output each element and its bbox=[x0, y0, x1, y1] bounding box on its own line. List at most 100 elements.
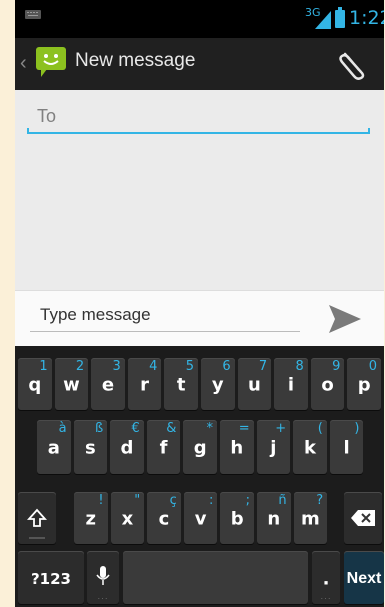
space-key[interactable] bbox=[123, 551, 308, 604]
compose-field bbox=[30, 301, 300, 332]
key-hint: & bbox=[166, 421, 177, 436]
key-g[interactable]: * g bbox=[183, 420, 217, 474]
key-q[interactable]: 1q bbox=[18, 358, 52, 410]
key-hint: 4 bbox=[149, 359, 158, 374]
key-label: f bbox=[159, 437, 168, 459]
key-hint: 5 bbox=[185, 359, 194, 374]
microphone-icon bbox=[96, 566, 110, 585]
symbols-key[interactable]: ?123 bbox=[18, 551, 84, 604]
key-hint: = bbox=[238, 421, 250, 436]
key-hint: 7 bbox=[258, 359, 268, 374]
key-label: k bbox=[303, 437, 316, 459]
key-more-dots: ··· bbox=[97, 594, 109, 603]
key-z[interactable]: ! z bbox=[74, 492, 108, 544]
key-p[interactable]: 0p bbox=[347, 358, 381, 410]
key-label: t bbox=[176, 374, 186, 396]
key-label: c bbox=[158, 508, 170, 530]
key-u[interactable]: 7u bbox=[237, 358, 272, 410]
key-hint: 6 bbox=[222, 359, 231, 374]
key-label: v bbox=[194, 508, 207, 530]
period-key[interactable]: . ··· bbox=[312, 551, 340, 604]
key-hint: ) bbox=[354, 421, 360, 436]
key-label: g bbox=[193, 437, 207, 459]
key-hint: : bbox=[209, 493, 214, 508]
field-border-right bbox=[368, 128, 370, 134]
paperclip-icon[interactable] bbox=[333, 44, 373, 84]
key-h[interactable]: = h bbox=[220, 420, 254, 474]
next-key[interactable]: Next bbox=[344, 551, 384, 604]
key-label: d bbox=[120, 437, 134, 459]
key-r[interactable]: 4r bbox=[127, 358, 162, 410]
key-label: a bbox=[47, 437, 60, 459]
key-f[interactable]: & f bbox=[146, 420, 181, 474]
key-more-dots: ··· bbox=[320, 594, 332, 603]
backspace-key[interactable] bbox=[344, 492, 382, 544]
send-icon[interactable] bbox=[327, 303, 363, 335]
key-t[interactable]: 5t bbox=[164, 358, 198, 410]
key-hint: 8 bbox=[295, 359, 304, 374]
key-m[interactable]: ? m bbox=[293, 492, 328, 544]
key-e[interactable]: 3e bbox=[91, 358, 125, 410]
key-o[interactable]: 9o bbox=[310, 358, 345, 410]
key-i[interactable]: 8i bbox=[274, 358, 308, 410]
key-l[interactable]: ) l bbox=[329, 420, 364, 474]
key-hint: à bbox=[58, 421, 67, 436]
back-chevron-icon[interactable]: ‹ bbox=[20, 52, 27, 75]
key-label: u bbox=[247, 374, 261, 396]
compose-bar bbox=[15, 290, 384, 347]
key-label: p bbox=[357, 374, 371, 396]
battery-icon bbox=[335, 7, 345, 28]
to-input[interactable] bbox=[27, 102, 370, 130]
key-hint: ? bbox=[316, 493, 324, 508]
notification-icon bbox=[25, 10, 41, 19]
key-label: s bbox=[85, 437, 96, 459]
shift-indicator bbox=[29, 537, 45, 539]
key-hint: + bbox=[275, 421, 287, 436]
key-label: n bbox=[267, 508, 281, 530]
message-input[interactable] bbox=[30, 301, 300, 329]
key-label: i bbox=[287, 374, 295, 396]
key-hint: 2 bbox=[75, 359, 85, 374]
key-hint: * bbox=[206, 421, 213, 436]
key-hint: ( bbox=[317, 421, 323, 436]
status-bar: 3G 1:22 bbox=[15, 0, 384, 38]
field-border-left bbox=[27, 128, 29, 134]
key-label: h bbox=[230, 437, 244, 459]
key-v[interactable]: :v bbox=[183, 492, 218, 544]
key-b[interactable]: ; b bbox=[220, 492, 254, 544]
next-key-label: Next bbox=[346, 569, 382, 587]
action-bar: ‹ New message bbox=[15, 38, 384, 90]
key-x[interactable]: " x bbox=[110, 492, 145, 544]
symbols-key-label: ?123 bbox=[30, 569, 71, 588]
page-title: New message bbox=[75, 50, 196, 71]
soft-keyboard: 1q2w3e4r5t6y7u8i9o0p à a ß s € d & f * g = h + j(k) l … bbox=[15, 346, 384, 607]
key-hint: ç bbox=[169, 493, 177, 508]
key-n[interactable]: ñn bbox=[257, 492, 291, 544]
key-hint: ! bbox=[98, 493, 104, 508]
key-label: x bbox=[121, 508, 134, 530]
backspace-icon bbox=[351, 510, 375, 526]
key-a[interactable]: àa bbox=[37, 420, 71, 474]
clock: 1:22 bbox=[349, 7, 384, 29]
key-y[interactable]: 6y bbox=[201, 358, 235, 410]
key-d[interactable]: € d bbox=[110, 420, 144, 474]
key-j[interactable]: + j bbox=[256, 420, 291, 474]
key-c[interactable]: çc bbox=[147, 492, 181, 544]
key-label: e bbox=[101, 374, 115, 396]
key-hint: ñ bbox=[278, 493, 287, 508]
key-hint: 3 bbox=[112, 359, 121, 374]
voice-input-key[interactable]: ··· bbox=[87, 551, 119, 604]
message-body bbox=[15, 90, 384, 290]
key-label: w bbox=[63, 374, 80, 396]
key-hint: ß bbox=[94, 421, 104, 436]
key-s[interactable]: ßs bbox=[73, 420, 108, 474]
key-hint: 9 bbox=[332, 359, 341, 374]
key-w[interactable]: 2w bbox=[54, 358, 89, 410]
key-label: y bbox=[211, 374, 224, 396]
shift-key[interactable] bbox=[18, 492, 56, 544]
key-label: z bbox=[85, 508, 97, 530]
messaging-app-icon[interactable] bbox=[33, 43, 71, 81]
key-label: j bbox=[270, 437, 277, 459]
signal-icon bbox=[315, 11, 331, 29]
key-k[interactable]: (k bbox=[293, 420, 327, 474]
